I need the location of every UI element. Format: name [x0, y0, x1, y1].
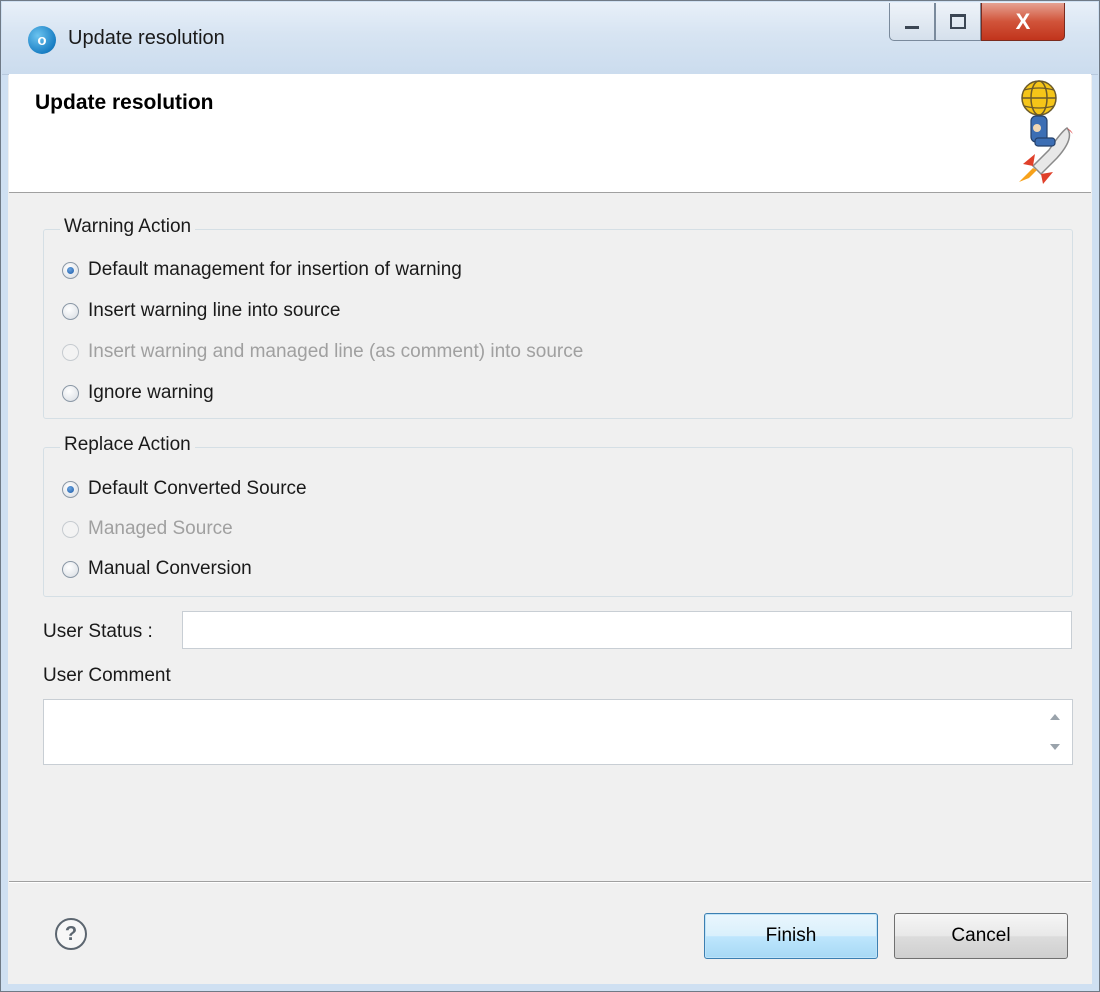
radio-manual-conversion[interactable]: Manual Conversion: [62, 558, 252, 580]
radio-insert-warning-and-managed-line: Insert warning and managed line (as comm…: [62, 341, 583, 363]
scroll-down-arrow-icon[interactable]: [1050, 744, 1060, 750]
title-bar[interactable]: o Update resolution X: [2, 2, 1098, 75]
close-icon: X: [1015, 8, 1031, 34]
radio-ignore-warning[interactable]: Ignore warning: [62, 382, 214, 404]
user-status-input[interactable]: [182, 611, 1072, 649]
radio-label: Manual Conversion: [88, 558, 252, 579]
rocket-rider-icon: [1019, 80, 1073, 186]
warning-action-legend: Warning Action: [60, 216, 196, 238]
warning-action-group: Warning Action Default management for in…: [43, 216, 1073, 419]
radio-default-converted-source[interactable]: Default Converted Source: [62, 478, 307, 500]
radio-label: Managed Source: [88, 518, 233, 539]
user-comment-label: User Comment: [43, 665, 171, 686]
close-button[interactable]: X: [981, 3, 1065, 41]
scroll-up-arrow-icon[interactable]: [1050, 714, 1060, 720]
minimize-button[interactable]: [889, 3, 935, 41]
replace-action-legend: Replace Action: [60, 434, 195, 456]
window-controls: X: [889, 3, 1065, 41]
radio-manual-conversion-indicator[interactable]: [62, 560, 79, 578]
radio-managed-source-indicator: [62, 520, 79, 538]
user-comment-field[interactable]: [43, 699, 1073, 768]
radio-ignore-warning-indicator[interactable]: [62, 384, 79, 402]
help-icon: ?: [64, 922, 78, 945]
wizard-header: Update resolution: [9, 74, 1091, 193]
radio-label: Insert warning line into source: [88, 300, 341, 321]
dialog-window: o Update resolution X Update resolution: [0, 0, 1100, 992]
replace-action-group: Replace Action Default Converted Source …: [43, 434, 1073, 597]
maximize-button[interactable]: [935, 3, 981, 41]
maximize-icon: [950, 14, 966, 29]
help-button[interactable]: ?: [55, 918, 87, 950]
app-logo-icon: o: [28, 26, 56, 54]
user-comment-textarea[interactable]: [44, 700, 1038, 768]
cancel-button[interactable]: Cancel: [894, 913, 1068, 959]
page-title: Update resolution: [35, 91, 214, 114]
radio-label: Ignore warning: [88, 382, 214, 403]
window-title: Update resolution: [68, 27, 225, 49]
radio-insert-warning-and-managed-line-indicator: [62, 343, 79, 361]
minimize-icon: [905, 26, 919, 29]
radio-insert-warning-line-indicator[interactable]: [62, 302, 79, 320]
finish-button[interactable]: Finish: [704, 913, 878, 959]
radio-label: Insert warning and managed line (as comm…: [88, 341, 584, 362]
radio-default-management[interactable]: Default management for insertion of warn…: [62, 259, 462, 281]
radio-default-management-indicator[interactable]: [62, 261, 79, 279]
radio-label: Default management for insertion of warn…: [88, 259, 462, 280]
radio-label: Default Converted Source: [88, 478, 307, 499]
footer-divider: [9, 881, 1091, 883]
radio-default-converted-source-indicator[interactable]: [62, 480, 79, 498]
radio-insert-warning-line[interactable]: Insert warning line into source: [62, 300, 340, 322]
user-status-label: User Status :: [43, 621, 153, 642]
radio-managed-source: Managed Source: [62, 518, 233, 540]
